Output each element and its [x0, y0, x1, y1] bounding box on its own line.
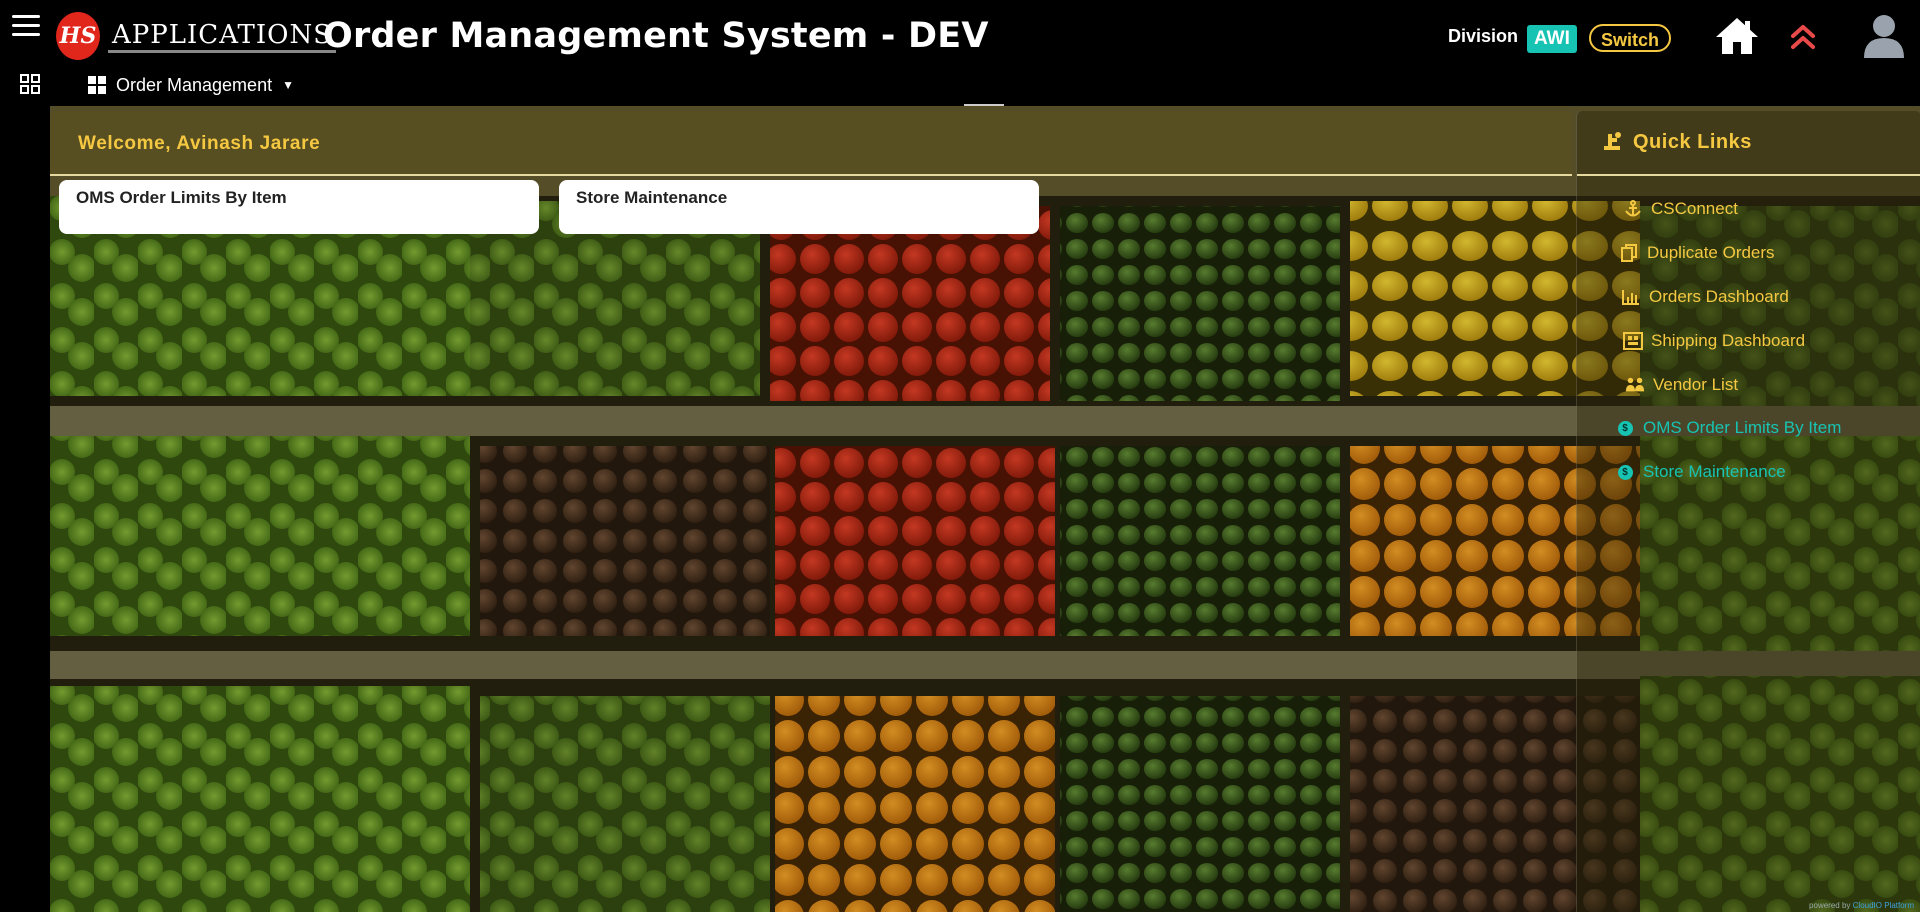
quick-link-orders-dashboard[interactable]: Orders Dashboard — [1621, 287, 1789, 307]
welcome-panel: Welcome, Avinash Jarare — [50, 111, 1572, 176]
quick-link-label: OMS Order Limits By Item — [1643, 418, 1842, 437]
quick-links-icon — [1604, 132, 1621, 150]
quick-links-title: Quick Links — [1633, 131, 1752, 153]
copy-icon — [1619, 243, 1639, 263]
main-content: Welcome, Avinash Jarare OMS Order Limits… — [50, 106, 1920, 912]
quick-link-duplicate-orders[interactable]: Duplicate Orders — [1619, 243, 1775, 263]
switch-division-button[interactable]: Switch — [1589, 24, 1672, 52]
collapse-up-icon[interactable] — [1788, 22, 1818, 52]
bar-chart-icon — [1621, 287, 1641, 307]
dollar-circle-icon: $ — [1615, 418, 1635, 438]
dashboard-grid-icon — [88, 76, 106, 94]
quick-links-panel: Quick Links CSConnect Duplicate Orders O… — [1576, 111, 1920, 912]
hamburger-menu-icon[interactable] — [12, 15, 40, 39]
quick-link-oms-order-limits[interactable]: $ OMS Order Limits By Item — [1615, 418, 1841, 438]
logo-mark: HS — [56, 12, 100, 60]
quick-link-label: CSConnect — [1651, 199, 1738, 218]
division-badge: AWI — [1527, 25, 1577, 53]
quick-link-store-maintenance[interactable]: $ Store Maintenance — [1615, 462, 1786, 482]
powered-prefix: powered by — [1809, 901, 1851, 910]
home-icon[interactable] — [1714, 16, 1760, 56]
quick-link-vendor-list[interactable]: Vendor List — [1625, 375, 1738, 395]
card-title: Store Maintenance — [576, 188, 728, 207]
card-title: OMS Order Limits By Item — [76, 188, 287, 207]
quick-link-label: Store Maintenance — [1643, 462, 1786, 481]
menu-label: Order Management — [116, 74, 273, 95]
logo-text: APPLICATIONS — [108, 20, 337, 53]
welcome-message: Welcome, Avinash Jarare — [78, 133, 321, 154]
dollar-circle-icon: $ — [1615, 462, 1635, 482]
app-title: Order Management System - DEV — [323, 16, 989, 56]
quick-link-label: Duplicate Orders — [1647, 243, 1775, 262]
quick-link-shipping-dashboard[interactable]: Shipping Dashboard — [1623, 331, 1805, 351]
order-management-menu[interactable]: Order Management ▼ — [88, 72, 294, 98]
people-icon — [1625, 375, 1645, 395]
quick-link-label: Orders Dashboard — [1649, 287, 1789, 306]
quick-link-label: Shipping Dashboard — [1651, 331, 1806, 350]
quick-links-header: Quick Links — [1577, 111, 1920, 176]
quick-link-csconnect[interactable]: CSConnect — [1623, 199, 1738, 219]
top-header: HS APPLICATIONS Order Management System … — [0, 0, 1920, 107]
division-label: Division — [1448, 26, 1519, 46]
powered-by-footer[interactable]: powered by CloudIO Platform — [1809, 901, 1914, 910]
left-rail — [0, 106, 50, 912]
card-oms-order-limits[interactable]: OMS Order Limits By Item — [59, 180, 539, 234]
pallet-icon — [1623, 331, 1643, 351]
card-store-maintenance[interactable]: Store Maintenance — [559, 180, 1039, 234]
anchor-icon — [1623, 199, 1643, 219]
powered-brand: CloudIO Platform — [1852, 901, 1914, 910]
user-avatar-icon[interactable] — [1862, 12, 1906, 58]
caret-down-icon: ▼ — [282, 78, 294, 92]
apps-grid-icon[interactable] — [20, 74, 40, 94]
company-logo[interactable]: HS APPLICATIONS — [56, 12, 337, 60]
quick-link-label: Vendor List — [1653, 375, 1739, 394]
